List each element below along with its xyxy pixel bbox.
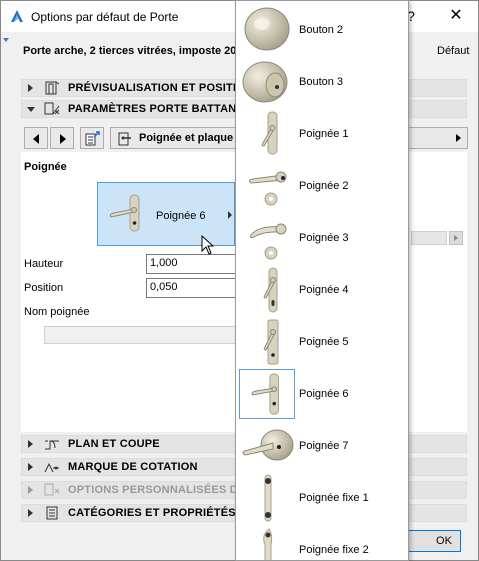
expand-arrow-icon <box>28 463 33 471</box>
hauteur-label: Hauteur <box>24 258 64 270</box>
ok-label: OK <box>436 535 452 547</box>
plan-section-icon <box>45 440 59 450</box>
expand-arrow-icon <box>28 440 33 448</box>
expand-arrow-icon <box>28 486 33 494</box>
default-label: Défaut <box>437 45 470 57</box>
gallery-item-poignee-7[interactable]: Poignée 7 <box>237 420 407 472</box>
item-label: Poignée fixe 1 <box>299 492 369 504</box>
item-label: Poignée 7 <box>299 440 349 452</box>
item-label: Bouton 3 <box>299 76 344 88</box>
lever-plate-icon <box>263 319 279 365</box>
gallery-item-bouton-3[interactable]: Bouton 3 <box>237 56 407 108</box>
gallery-item-poignee-2[interactable]: Poignée 2 <box>237 160 407 212</box>
collapse-caret-icon[interactable] <box>3 38 9 42</box>
lever-plate-icon <box>263 267 278 313</box>
fixed-handle-icon <box>263 528 273 560</box>
dropdown-label: Poignée et plaque l <box>139 132 240 144</box>
export-list-icon <box>85 131 100 146</box>
item-label: Poignée 4 <box>299 284 349 296</box>
arrow-right-icon <box>60 134 66 144</box>
expand-arrow-icon <box>28 509 33 517</box>
handle-gallery-popup: Bouton 2 Bouton 3 Poignée 1 Poignée 2 Po… <box>235 0 409 561</box>
door-handle-page-icon <box>118 132 131 146</box>
round-knob-icon <box>244 7 290 51</box>
gallery-item-poignee-5[interactable]: Poignée 5 <box>237 316 407 368</box>
door-params-icon <box>44 102 60 115</box>
dimension-marker-icon <box>44 462 59 473</box>
previous-page-button[interactable] <box>24 127 48 149</box>
archicad-logo-icon <box>11 10 23 22</box>
preview-icon <box>45 81 60 95</box>
lever-rosette-icon <box>248 171 287 206</box>
item-label: Poignée 1 <box>299 128 349 140</box>
export-button[interactable] <box>80 127 104 149</box>
hauteur-input[interactable]: 1,000 <box>146 254 236 274</box>
custom-settings-icon <box>44 483 60 496</box>
collapse-arrow-icon <box>27 107 35 112</box>
gallery-item-poignee-6[interactable]: Poignée 6 <box>237 368 407 420</box>
section-label: OPTIONS PERSONNALISÉES DE M <box>68 484 258 496</box>
mouse-pointer-icon <box>201 235 215 255</box>
disabled-value-field <box>411 231 447 245</box>
list-icon <box>46 506 58 520</box>
position-label: Position <box>24 282 64 294</box>
section-label: PRÉVISUALISATION ET POSITION <box>68 82 254 94</box>
item-label: Poignée 5 <box>299 336 349 348</box>
lever-knob-icon <box>242 429 294 461</box>
lever-plate-icon <box>261 111 278 155</box>
close-button[interactable]: ✕ <box>441 5 471 27</box>
gallery-item-poignee-1[interactable]: Poignée 1 <box>237 108 407 160</box>
window-title: Options par défaut de Porte <box>31 10 179 24</box>
gallery-item-poignee-fixe-2[interactable]: Poignée fixe 2 <box>237 524 407 560</box>
door-name-label: Porte arche, 2 tierces vitrées, imposte … <box>23 45 237 57</box>
item-label: Poignée 6 <box>299 388 349 400</box>
dropdown-arrow-icon <box>456 134 461 142</box>
item-label: Poignée fixe 2 <box>299 544 369 556</box>
item-label: Bouton 2 <box>299 24 344 36</box>
gallery-item-poignee-3[interactable]: Poignée 3 <box>237 212 407 264</box>
handle-name-input[interactable] <box>44 326 236 344</box>
item-label: Poignée 3 <box>299 232 349 244</box>
gallery-item-poignee-fixe-1[interactable]: Poignée fixe 1 <box>237 472 407 524</box>
section-label: PLAN ET COUPE <box>68 438 160 450</box>
section-label: CATÉGORIES ET PROPRIÉTÉS <box>68 507 236 519</box>
fixed-handle-icon <box>264 474 272 522</box>
arrow-left-icon <box>33 134 39 144</box>
disabled-spin-button <box>449 231 463 245</box>
section-label: MARQUE DE COTATION <box>68 461 198 473</box>
handle-heading: Poignée <box>24 161 67 173</box>
lever-plate-icon <box>239 369 295 419</box>
gallery-item-poignee-4[interactable]: Poignée 4 <box>237 264 407 316</box>
section-label: PARAMÈTRES PORTE BATTANTE <box>68 103 251 115</box>
item-label: Poignée 2 <box>299 180 349 192</box>
selected-handle-label: Poignée 6 <box>156 210 206 222</box>
lever-rosette-icon <box>249 223 287 260</box>
expand-arrow-icon <box>28 84 33 92</box>
chevron-right-icon <box>228 211 232 219</box>
lever-plate-icon <box>109 194 140 232</box>
handle-name-label: Nom poignée <box>24 306 90 318</box>
next-page-button[interactable] <box>50 127 74 149</box>
round-knob-icon <box>242 61 288 103</box>
gallery-item-bouton-2[interactable]: Bouton 2 <box>237 4 407 56</box>
position-input[interactable]: 0,050 <box>146 278 236 298</box>
